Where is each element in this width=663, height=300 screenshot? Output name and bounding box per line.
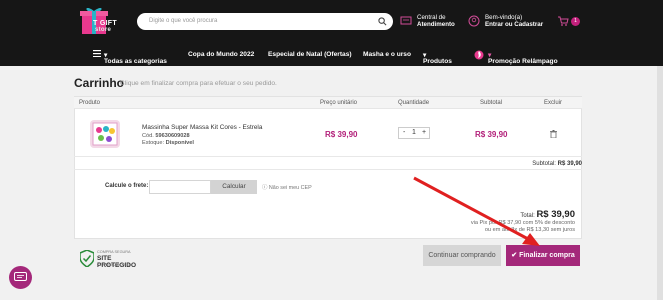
row-divider: [74, 169, 582, 170]
page-subtitle: Clique em finalizar compra para efetuar …: [120, 80, 277, 87]
shipping-label: Calcule o frete:: [105, 183, 149, 189]
account-link[interactable]: Bem-vindo(a) Entrar ou Cadastrar: [485, 14, 543, 28]
chat-widget-button[interactable]: [9, 266, 32, 289]
col-subtotal: Subtotal: [480, 100, 503, 106]
page-title: Carrinho: [74, 76, 125, 90]
cart-total: Total: R$ 39,90: [520, 209, 575, 220]
support-line2: Atendimento: [417, 21, 455, 28]
continue-shopping-button[interactable]: Continuar comprando: [423, 245, 501, 266]
help-icon: ⓘ: [262, 185, 268, 191]
qty-decrease-button[interactable]: -: [403, 129, 405, 136]
product-meta: Cód. 59630609028 Estoque: Disponível: [142, 133, 194, 146]
support-chat-icon[interactable]: [400, 15, 412, 27]
cart-subtotal: Subtotal: R$ 39,90: [532, 161, 582, 167]
payment-conditions: via Pix por R$ 37,90 com 5% de desconto …: [471, 220, 575, 234]
account-line2: Entrar ou Cadastrar: [485, 21, 544, 28]
nav-item-christmas[interactable]: Especial de Natal (Ofertas): [268, 51, 352, 58]
nav-item-all-categories[interactable]: Todas as categorias ▾: [104, 51, 167, 65]
cart-panel: [74, 96, 582, 239]
search-placeholder: Digite o que você procura: [149, 18, 218, 24]
checkout-button[interactable]: ✔ Finalizar compra: [506, 245, 580, 266]
support-link[interactable]: Central de Atendimento: [417, 14, 455, 28]
item-subtotal: R$ 39,90: [475, 130, 508, 139]
account-line1: Bem-vindo(a): [485, 14, 523, 21]
cep-input[interactable]: [149, 180, 211, 194]
row-divider: [74, 156, 582, 157]
product-image[interactable]: [90, 120, 120, 148]
quantity-stepper[interactable]: - 1 +: [398, 127, 430, 139]
nav-item-flash-promo[interactable]: Promoção Relâmpago ▾: [488, 51, 558, 65]
col-delete: Excluir: [544, 100, 563, 106]
cep-help-link[interactable]: ⓘ Não sei meu CEP: [262, 183, 312, 191]
nav-item-world-cup[interactable]: Copa do Mundo 2022: [188, 51, 254, 58]
cart-icon[interactable]: [557, 15, 569, 27]
unit-price: R$ 39,90: [325, 130, 358, 139]
nav-items: Todas as categorias ▾ Copa do Mundo 2022…: [0, 44, 663, 66]
col-quantity: Quantidade: [398, 100, 430, 106]
logo-sub: store: [95, 27, 112, 33]
badge-line3: CERTIFICADO SSL: [97, 263, 131, 267]
nav-item-masha[interactable]: Masha e o urso: [363, 51, 411, 58]
search-icon[interactable]: [378, 17, 387, 26]
scrollbar[interactable]: [657, 66, 663, 300]
shield-check-icon: [80, 250, 94, 267]
installments-line: ou em até 3x de R$ 13,30 sem juros: [484, 227, 575, 233]
calculate-shipping-button[interactable]: Calcular: [211, 180, 257, 194]
cart-count-badge: 1: [571, 17, 580, 26]
qty-increase-button[interactable]: +: [422, 129, 426, 136]
user-icon[interactable]: [468, 15, 480, 27]
search-input[interactable]: Digite o que você procura: [137, 13, 393, 30]
nav-item-products[interactable]: Produtos ▾: [423, 51, 452, 65]
badge-line1: COMPRA SEGURA: [97, 250, 131, 254]
trash-icon[interactable]: [550, 130, 557, 138]
product-name[interactable]: Massinha Super Massa Kit Cores - Estrela: [142, 124, 262, 131]
col-unit-price: Preço unitário: [320, 100, 358, 106]
support-line1: Central de: [417, 14, 446, 21]
qty-value[interactable]: 1: [412, 129, 416, 136]
secure-site-badge: COMPRA SEGURA SITE PROTEGIDO CERTIFICADO…: [80, 248, 150, 270]
logo-text: T GIFT store: [93, 20, 117, 34]
chat-bubble-icon: [14, 272, 27, 281]
pix-line: via Pix por R$ 37,90 com 5% de desconto: [470, 220, 575, 226]
flame-icon: [474, 50, 484, 60]
logo-name: T GIFT: [93, 20, 117, 27]
col-product: Produto: [79, 100, 101, 106]
